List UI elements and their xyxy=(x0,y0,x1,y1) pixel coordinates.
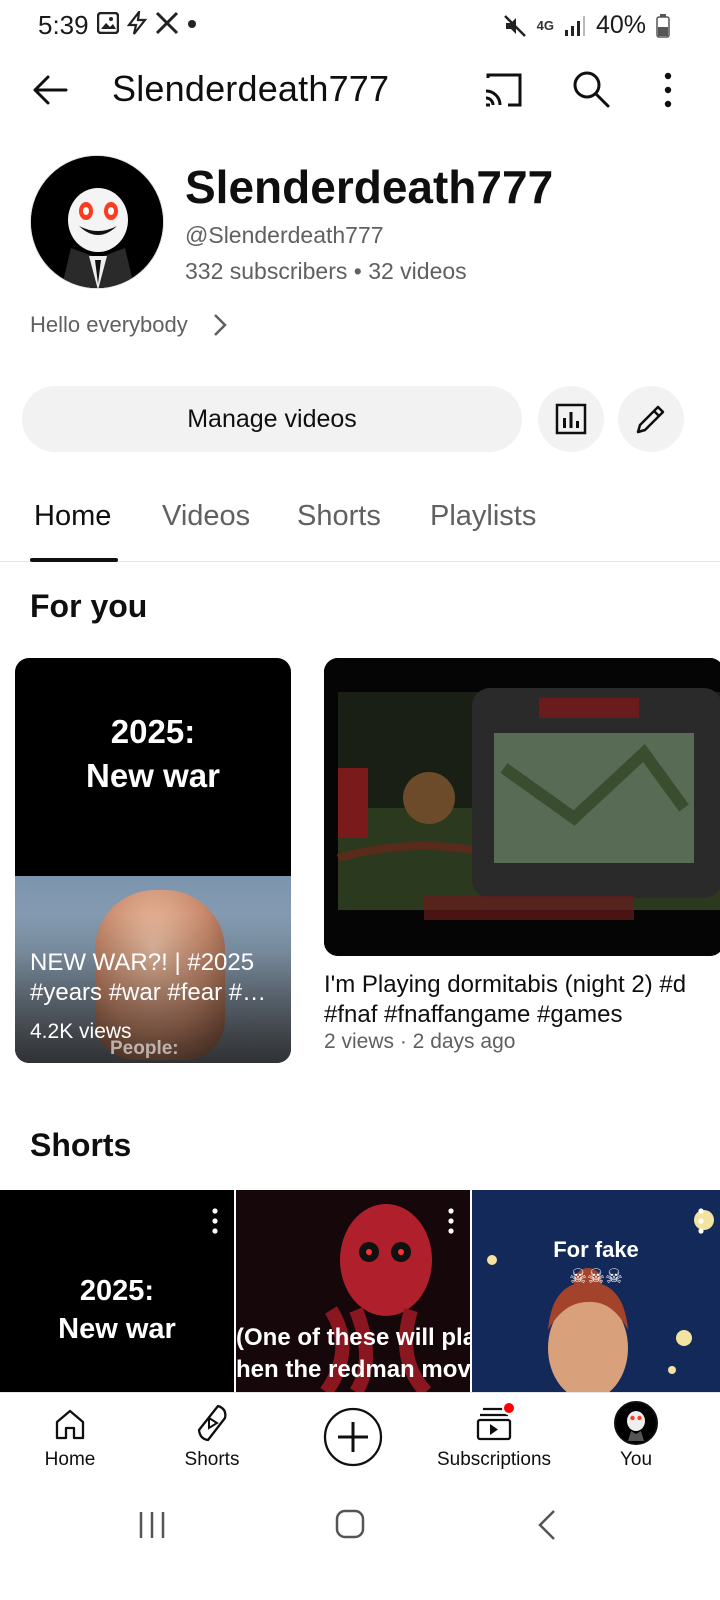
bottom-navigation: Home Shorts Subscriptions You xyxy=(0,1392,720,1482)
nav-home[interactable]: Home xyxy=(20,1393,120,1483)
short-2-text-line-1: (One of these will play xyxy=(236,1324,470,1351)
short-2-more-icon[interactable] xyxy=(448,1208,454,1234)
x-logo-icon xyxy=(155,11,179,35)
nav-shorts[interactable]: Shorts xyxy=(160,1393,264,1483)
active-tab-indicator xyxy=(30,558,118,562)
gallery-icon xyxy=(97,12,119,34)
status-notification-icons xyxy=(97,11,199,35)
channel-description-text: Hello everybody xyxy=(30,312,188,337)
tab-videos[interactable]: Videos xyxy=(162,500,250,533)
home-icon xyxy=(55,1409,85,1440)
skull-emoji-icon: ☠☠☠ xyxy=(569,1266,623,1288)
app-bar: Slenderdeath777 xyxy=(0,56,720,122)
battery-percent: 40% xyxy=(595,11,646,39)
back-arrow-icon[interactable] xyxy=(30,70,70,110)
edit-channel-button[interactable] xyxy=(618,386,684,452)
mute-icon xyxy=(503,14,526,37)
short-2-text-line-2: hen the redman moves xyxy=(236,1356,470,1383)
app-bar-title: Slenderdeath777 xyxy=(112,68,390,109)
nav-you[interactable]: You xyxy=(596,1393,676,1483)
status-system-icons: 4G 40% xyxy=(503,11,670,40)
shorts-section-title: Shorts xyxy=(30,1127,132,1163)
card-2-title-line-1: I'm Playing dormitabis (night 2) #d xyxy=(324,971,687,998)
card-2-thumbnail-image xyxy=(324,658,720,956)
cast-icon[interactable] xyxy=(482,70,524,110)
short-1-text: 2025: New war xyxy=(58,1275,176,1345)
notification-badge xyxy=(502,1401,516,1415)
shorts-icon xyxy=(197,1404,227,1442)
back-button-icon[interactable] xyxy=(536,1508,558,1542)
lightning-icon xyxy=(126,11,148,35)
nav-you-label: You xyxy=(619,1449,653,1470)
channel-tabs: Home Videos Shorts Playlists xyxy=(0,478,720,562)
short-1-more-icon[interactable] xyxy=(212,1208,218,1234)
home-button-icon[interactable] xyxy=(334,1508,366,1540)
nav-home-label: Home xyxy=(44,1449,96,1470)
tab-playlists[interactable]: Playlists xyxy=(430,500,536,533)
create-plus-icon xyxy=(323,1407,383,1467)
search-icon[interactable] xyxy=(570,68,612,110)
system-navigation-bar xyxy=(0,1482,720,1600)
signal-icon xyxy=(564,15,585,36)
recent-apps-icon[interactable] xyxy=(136,1510,168,1540)
tab-shorts[interactable]: Shorts xyxy=(297,500,381,533)
dot-icon xyxy=(188,20,196,28)
chevron-right-icon xyxy=(213,314,227,336)
channel-description[interactable]: Hello everybody xyxy=(30,312,228,338)
short-item-2[interactable]: (One of these will play hen the redman m… xyxy=(236,1190,470,1392)
card-1-title: NEW WAR?! | #2025 #years #war #fear #… xyxy=(30,949,267,1006)
card-1-caption: People: xyxy=(110,1038,179,1059)
channel-name: Slenderdeath777 xyxy=(185,161,554,213)
more-vert-icon[interactable] xyxy=(656,68,680,112)
channel-handle: @Slenderdeath777 xyxy=(185,222,384,248)
network-type: 4G xyxy=(536,18,554,33)
battery-icon xyxy=(656,13,670,38)
short-item-3[interactable]: For fake ☠☠☠ xyxy=(472,1190,720,1392)
card-2-title-line-2: #fnaf #fnaffangame #games xyxy=(324,1001,623,1028)
short-item-1[interactable]: 2025: New war xyxy=(0,1190,234,1392)
short-3-text: For fake xyxy=(553,1237,639,1262)
card-2-meta: 2 views · 2 days ago xyxy=(324,1030,516,1053)
channel-stats: 332 subscribers • 32 videos xyxy=(185,258,467,284)
short-3-more-icon[interactable] xyxy=(698,1208,704,1234)
avatar-icon xyxy=(614,1401,658,1445)
short-2-text: (One of these will play hen the redman m… xyxy=(236,1322,470,1386)
short-3-thumbnail xyxy=(472,1190,720,1392)
avatar-figure-icon xyxy=(31,156,163,288)
nav-subscriptions-label: Subscriptions xyxy=(436,1449,552,1470)
for-you-card-2-thumbnail[interactable] xyxy=(324,658,720,956)
for-you-title: For you xyxy=(30,588,148,624)
channel-avatar[interactable] xyxy=(30,155,164,289)
analytics-icon xyxy=(555,403,587,435)
card-2-title[interactable]: I'm Playing dormitabis (night 2) #d #fna… xyxy=(324,970,720,1030)
status-time: 5:39 xyxy=(38,10,89,40)
manage-videos-button[interactable]: Manage videos xyxy=(22,386,522,452)
nav-shorts-label: Shorts xyxy=(184,1449,240,1470)
status-bar: 5:39 4G 40% xyxy=(0,0,720,52)
card-1-thumb-text: 2025: New war xyxy=(86,713,220,794)
tab-home[interactable]: Home xyxy=(34,500,111,533)
nav-subscriptions[interactable]: Subscriptions xyxy=(434,1393,554,1483)
analytics-button[interactable] xyxy=(538,386,604,452)
nav-create[interactable] xyxy=(320,1393,386,1483)
edit-pencil-icon xyxy=(636,405,665,434)
